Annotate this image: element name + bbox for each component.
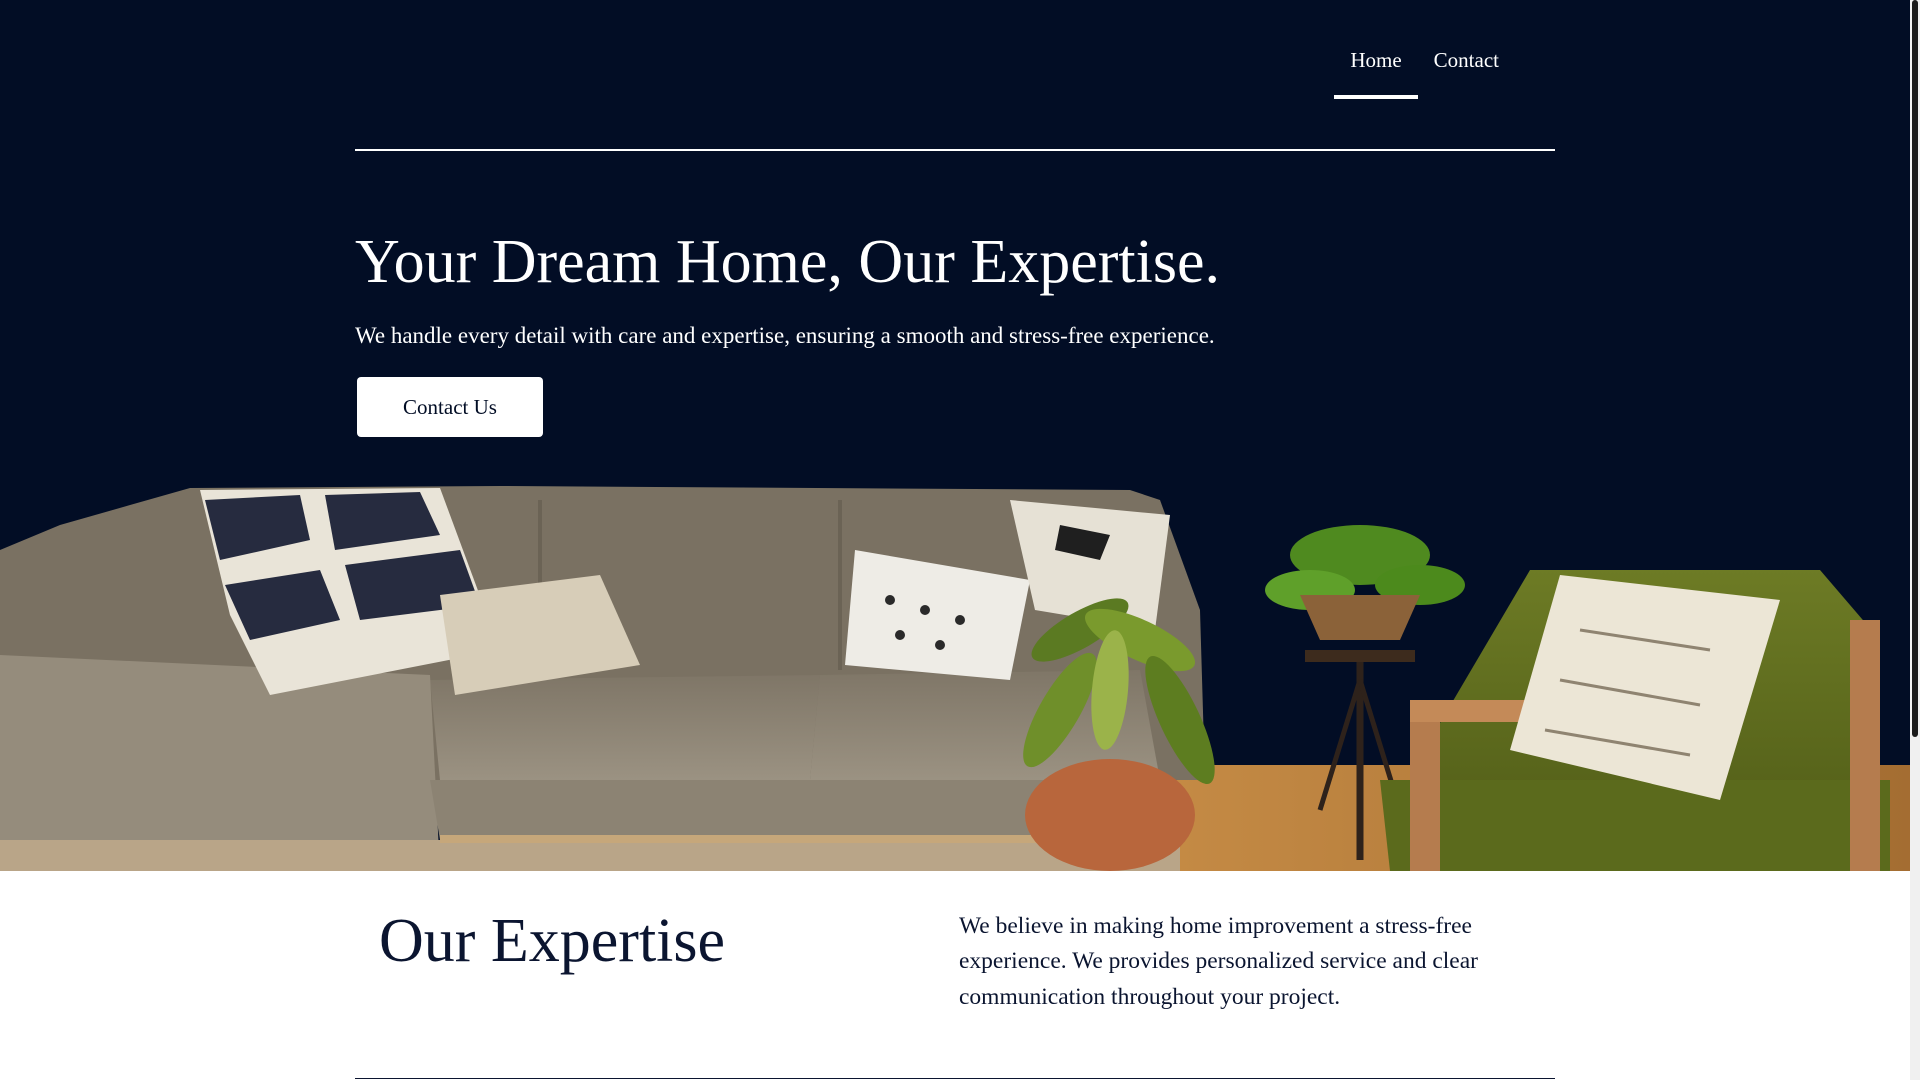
- hero-title: Your Dream Home, Our Expertise.: [355, 228, 1220, 296]
- expertise-text: We believe in making home improvement a …: [959, 913, 1478, 1010]
- section-divider: [355, 1078, 1555, 1079]
- scrollbar-thumb[interactable]: [1912, 0, 1918, 737]
- nav-item-home[interactable]: Home: [1334, 35, 1419, 99]
- nav-item-contact[interactable]: Contact: [1418, 35, 1515, 99]
- living-room-image: [0, 486, 1910, 871]
- hero-subtitle: We handle every detail with care and exp…: [355, 323, 1215, 348]
- main-nav: Home Contact: [1334, 35, 1515, 99]
- nav-item-home-label: Home: [1350, 48, 1402, 72]
- header-divider: [355, 149, 1555, 151]
- scrollbar[interactable]: [1910, 0, 1920, 1080]
- expertise-title: Our Expertise: [379, 907, 726, 975]
- contact-us-button[interactable]: Contact Us: [357, 377, 543, 437]
- nav-item-contact-label: Contact: [1433, 48, 1499, 72]
- hero-section: Home Contact Your Dream Home, Our Expert…: [0, 0, 1910, 871]
- page: Home Contact Your Dream Home, Our Expert…: [0, 0, 1920, 1080]
